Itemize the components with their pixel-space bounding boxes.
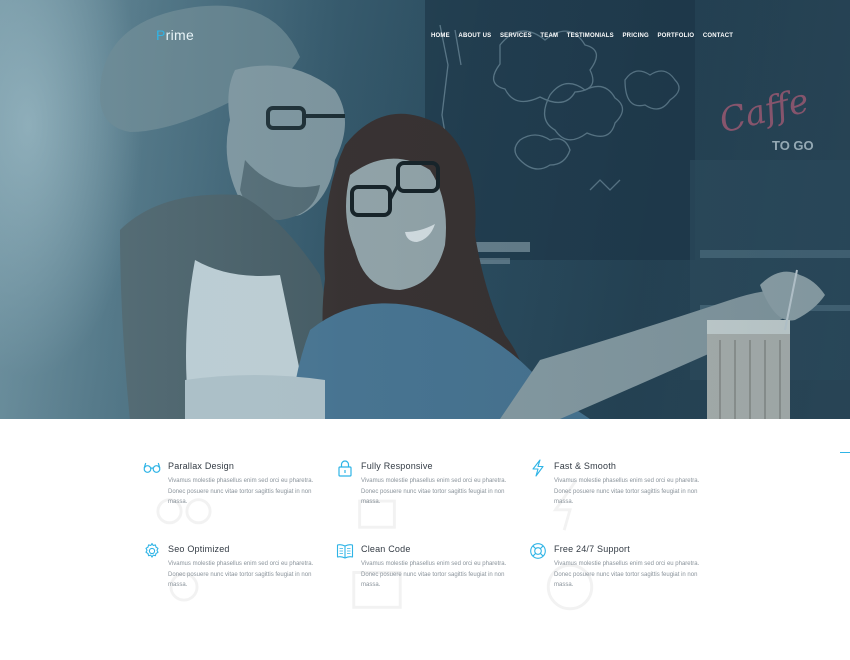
features-section: Parallax Design Vivamus molestie phasell… bbox=[0, 419, 850, 660]
feature-title: Clean Code bbox=[361, 544, 411, 554]
logo-accent-letter: P bbox=[156, 27, 166, 43]
lightning-icon bbox=[532, 459, 544, 477]
feature-text: Vivamus molestie phasellus enim sed orci… bbox=[168, 561, 314, 588]
lifebuoy-icon bbox=[530, 543, 546, 559]
feature-text: Vivamus molestie phasellus enim sed orci… bbox=[554, 478, 700, 505]
hero-overlay bbox=[0, 0, 850, 419]
feature-text: Vivamus molestie phasellus enim sed orci… bbox=[361, 478, 507, 505]
book-icon bbox=[336, 544, 354, 559]
gear-icon bbox=[145, 542, 159, 558]
feature-text: Vivamus molestie phasellus enim sed orci… bbox=[554, 561, 700, 588]
nav-item-team[interactable]: TEAM bbox=[540, 33, 558, 39]
feature-title: Fully Responsive bbox=[361, 461, 433, 471]
nav-item-testimonials[interactable]: TESTIMONIALS bbox=[567, 33, 614, 39]
feature-title: Parallax Design bbox=[168, 461, 235, 471]
site-logo[interactable]: Prime bbox=[156, 27, 194, 43]
nav-item-home[interactable]: HOME bbox=[431, 33, 450, 39]
main-navigation: HOME ABOUT US SERVICES TEAM TESTIMONIALS… bbox=[431, 33, 742, 39]
feature-title: Fast & Smooth bbox=[554, 461, 617, 471]
feature-text: Vivamus molestie phasellus enim sed orci… bbox=[168, 478, 314, 505]
nav-item-portfolio[interactable]: PORTFOLIO bbox=[657, 33, 694, 39]
logo-text: rime bbox=[165, 27, 195, 43]
feature-title: Free 24/7 Support bbox=[554, 544, 630, 554]
feature-text: Vivamus molestie phasellus enim sed orci… bbox=[361, 561, 507, 588]
nav-item-pricing[interactable]: PRICING bbox=[622, 33, 648, 39]
nav-item-about-us[interactable]: ABOUT US bbox=[458, 33, 491, 39]
nav-item-contact[interactable]: CONTACT bbox=[703, 33, 733, 39]
side-accent-line bbox=[840, 452, 850, 453]
feature-title: Seo Optimized bbox=[168, 544, 230, 554]
glasses-icon bbox=[143, 462, 161, 473]
nav-item-services[interactable]: SERVICES bbox=[500, 33, 532, 39]
lock-icon bbox=[338, 460, 352, 477]
hero-section: Caffe TO GO bbox=[0, 0, 850, 419]
